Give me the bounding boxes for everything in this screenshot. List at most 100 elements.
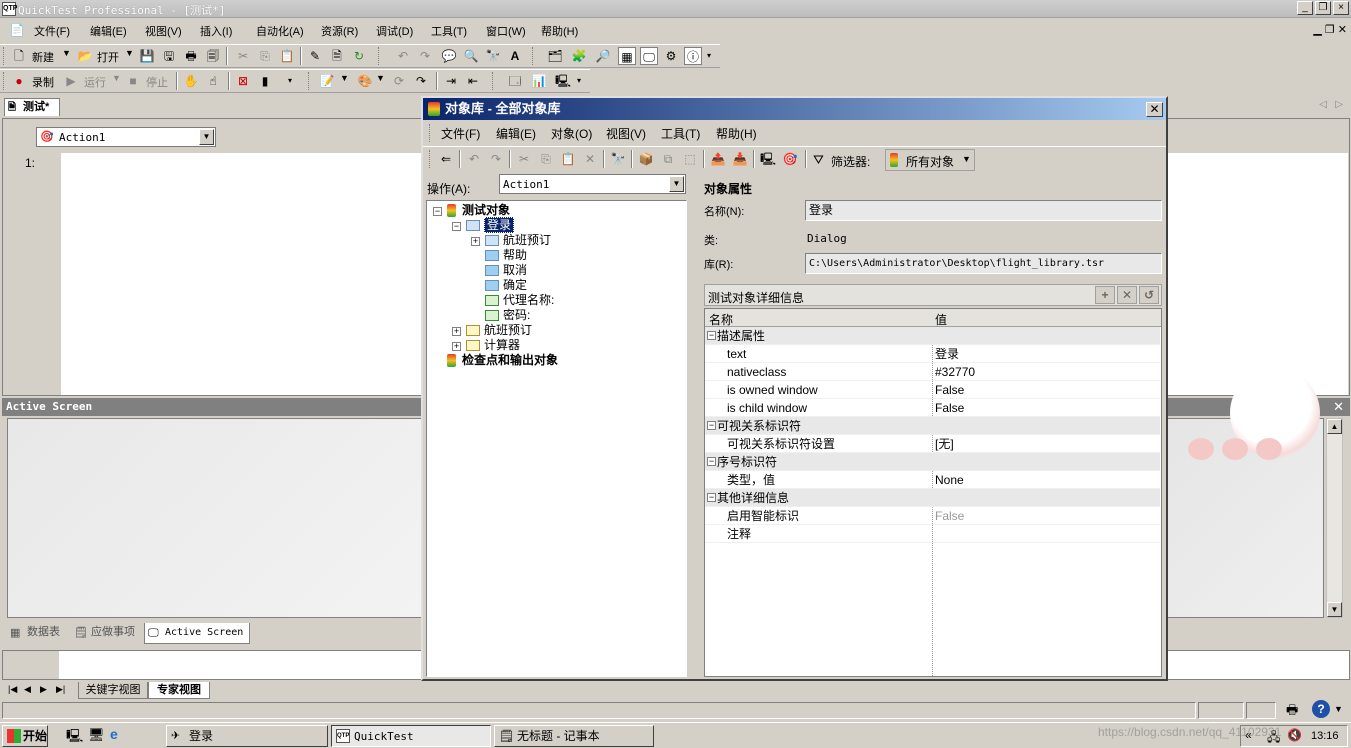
task-notepad[interactable]: 🗒 无标题 - 记事本 xyxy=(494,725,654,747)
low-level-icon[interactable]: ☝ xyxy=(204,72,222,90)
dlg-menu-file[interactable]: 文件(F) xyxy=(441,125,480,142)
category-collapse-icon[interactable]: − xyxy=(707,421,716,430)
paste-icon[interactable]: 📋 xyxy=(278,47,296,65)
step-out-icon[interactable]: ⇤ xyxy=(464,72,482,90)
library-field[interactable]: C:\Users\Administrator\Desktop\flight_li… xyxy=(805,253,1162,274)
dialog-action-chevron-icon[interactable]: ▼ xyxy=(669,176,684,192)
step-into-icon[interactable]: ⇥ xyxy=(442,72,460,90)
tree-node-password[interactable]: 密码: xyxy=(485,308,530,323)
find-icon[interactable]: 🔭 xyxy=(484,47,502,65)
tree-collapse-icon[interactable]: − xyxy=(433,207,442,216)
merge-icon[interactable]: ⬚ xyxy=(681,150,699,168)
battery-icon[interactable]: ▮ xyxy=(256,72,274,90)
data-table-icon[interactable]: ▦ xyxy=(618,47,636,65)
insert-step-dropdown-icon[interactable]: ▼ xyxy=(340,73,349,83)
add-property-icon[interactable]: + xyxy=(1095,286,1115,304)
property-row[interactable]: is owned window False xyxy=(705,381,1160,399)
restore-property-icon[interactable]: ↺ xyxy=(1139,286,1159,304)
tab-test[interactable]: 🗎 测试* xyxy=(4,98,60,116)
property-row[interactable]: 启用智能标识 False xyxy=(705,507,1160,525)
transaction-icon[interactable]: ⟳ xyxy=(390,72,408,90)
category-collapse-icon[interactable]: − xyxy=(707,331,716,340)
analog-icon[interactable]: ✋ xyxy=(182,72,200,90)
search-icon[interactable]: 🔍 xyxy=(462,47,480,65)
toolbar3-options-icon[interactable]: ▾ xyxy=(577,76,581,85)
doc-icon[interactable]: 📄 xyxy=(8,21,26,39)
copy-icon[interactable]: ⎘ xyxy=(256,47,274,65)
new-dropdown-icon[interactable]: ▼ xyxy=(62,48,71,58)
object-repo-icon[interactable]: 🧩 xyxy=(570,47,588,65)
tab-scroll-right-icon[interactable]: ▷ xyxy=(1335,99,1343,110)
dlg-undo-icon[interactable]: ↶ xyxy=(465,150,483,168)
menu-file[interactable]: 文件(F) xyxy=(34,23,70,39)
tree-node-cancel[interactable]: 取消 xyxy=(485,263,527,278)
category-collapse-icon[interactable]: − xyxy=(707,493,716,502)
property-row[interactable]: 可视关系标识符设置 [无] xyxy=(705,435,1160,453)
nav-prev-icon[interactable]: ◀ xyxy=(24,684,31,695)
highlight-icon[interactable]: 🖳 xyxy=(759,150,777,168)
open-icon[interactable]: 📂 xyxy=(76,47,94,65)
scroll-down-icon[interactable]: ▼ xyxy=(1327,602,1342,617)
new-icon[interactable]: 🗋 xyxy=(10,47,28,65)
run-dropdown-icon[interactable]: ▼ xyxy=(112,73,121,83)
quick-launch-icon[interactable]: 🖳 xyxy=(66,727,83,748)
property-row[interactable]: text 登录 xyxy=(705,345,1160,363)
category-collapse-icon[interactable]: − xyxy=(707,457,716,466)
toolbar2-options-icon[interactable]: ▾ xyxy=(288,76,292,85)
step-over-icon[interactable]: ↷ xyxy=(412,72,430,90)
export-icon[interactable]: 📤 xyxy=(709,150,727,168)
dlg-menu-object[interactable]: 对象(O) xyxy=(551,125,592,142)
nav-first-icon[interactable]: |◀ xyxy=(8,684,17,695)
print-icon[interactable]: 🖶 xyxy=(182,47,200,65)
test-settings-icon[interactable]: 🗔 xyxy=(506,72,524,90)
edit-icon[interactable]: ✎ xyxy=(306,47,324,65)
debug-viewer-icon[interactable]: 🖳 xyxy=(554,72,572,90)
info-icon[interactable]: ⓘ xyxy=(684,47,702,65)
task-qtp[interactable]: QTP QuickTest Professio... xyxy=(331,725,491,747)
tree-icon[interactable]: 🗂 xyxy=(546,47,564,65)
stop-button[interactable]: 停止 xyxy=(146,74,168,90)
show-desktop-icon[interactable]: 🖥 xyxy=(88,727,105,743)
active-screen-close-icon[interactable]: ✕ xyxy=(1333,399,1344,415)
tree-expand-icon[interactable]: + xyxy=(452,327,461,336)
active-screen-scrollbar[interactable]: ▲ ▼ xyxy=(1326,418,1343,618)
task-login[interactable]: ✈ 登录 xyxy=(166,725,328,747)
property-category[interactable]: − 其他详细信息 xyxy=(705,489,1160,507)
new-button[interactable]: 新建 xyxy=(32,49,54,65)
toolbar-options-icon[interactable]: ▾ xyxy=(707,51,711,60)
tree-node-ok[interactable]: 确定 xyxy=(485,278,527,293)
tree-expand-icon[interactable]: + xyxy=(452,342,461,351)
dlg-menu-tools[interactable]: 工具(T) xyxy=(661,125,700,142)
properties-icon[interactable]: 🗎 xyxy=(328,47,346,65)
nav-last-icon[interactable]: ▶| xyxy=(56,684,65,695)
nav-next-icon[interactable]: ▶ xyxy=(40,684,47,695)
cut-icon[interactable]: ✂ xyxy=(234,47,252,65)
start-button[interactable]: 开始 xyxy=(2,725,48,747)
tree-expand-icon[interactable]: + xyxy=(471,237,480,246)
dlg-menu-help[interactable]: 帮助(H) xyxy=(716,125,757,142)
menu-view[interactable]: 视图(V) xyxy=(145,23,182,39)
volume-icon[interactable]: 🔇 xyxy=(1287,728,1302,742)
update-object-icon[interactable]: ⧉ xyxy=(659,150,677,168)
name-field[interactable]: 登录 xyxy=(805,200,1162,221)
dlg-cut-icon[interactable]: ✂ xyxy=(515,150,533,168)
help-dropdown-icon[interactable]: ▼ xyxy=(1334,704,1343,714)
record-button[interactable]: 录制 xyxy=(32,74,54,90)
settings-icon[interactable]: ⚙ xyxy=(662,47,680,65)
tree-node-checkpoints[interactable]: 检查点和输出对象 xyxy=(447,353,558,368)
menu-insert[interactable]: 插入(I) xyxy=(200,23,232,39)
record-icon[interactable]: ● xyxy=(10,72,28,90)
dlg-delete-icon[interactable]: ✕ xyxy=(581,150,599,168)
tree-node-flight-window[interactable]: 航班预订 xyxy=(466,323,532,338)
object-tree[interactable]: − 测试对象 − 登录 + 航班预订 帮助 取消 确定 代理名称: 密码: + … xyxy=(426,200,687,677)
dlg-copy-icon[interactable]: ⎘ xyxy=(537,150,555,168)
back-icon[interactable]: ⇐ xyxy=(437,150,455,168)
tree-node-calculator[interactable]: 计算器 xyxy=(466,338,520,353)
dlg-menu-view[interactable]: 视图(V) xyxy=(606,125,646,142)
printer-icon[interactable]: 🖶 xyxy=(1286,701,1298,723)
tab-todo[interactable]: 🗒 应做事项 xyxy=(71,623,143,643)
mdi-controls[interactable]: ▁ ❐ ✕ xyxy=(1313,23,1347,36)
property-row[interactable]: nativeclass #32770 xyxy=(705,363,1160,381)
refresh-icon[interactable]: ↻ xyxy=(350,47,368,65)
redo-icon[interactable]: ↷ xyxy=(416,47,434,65)
